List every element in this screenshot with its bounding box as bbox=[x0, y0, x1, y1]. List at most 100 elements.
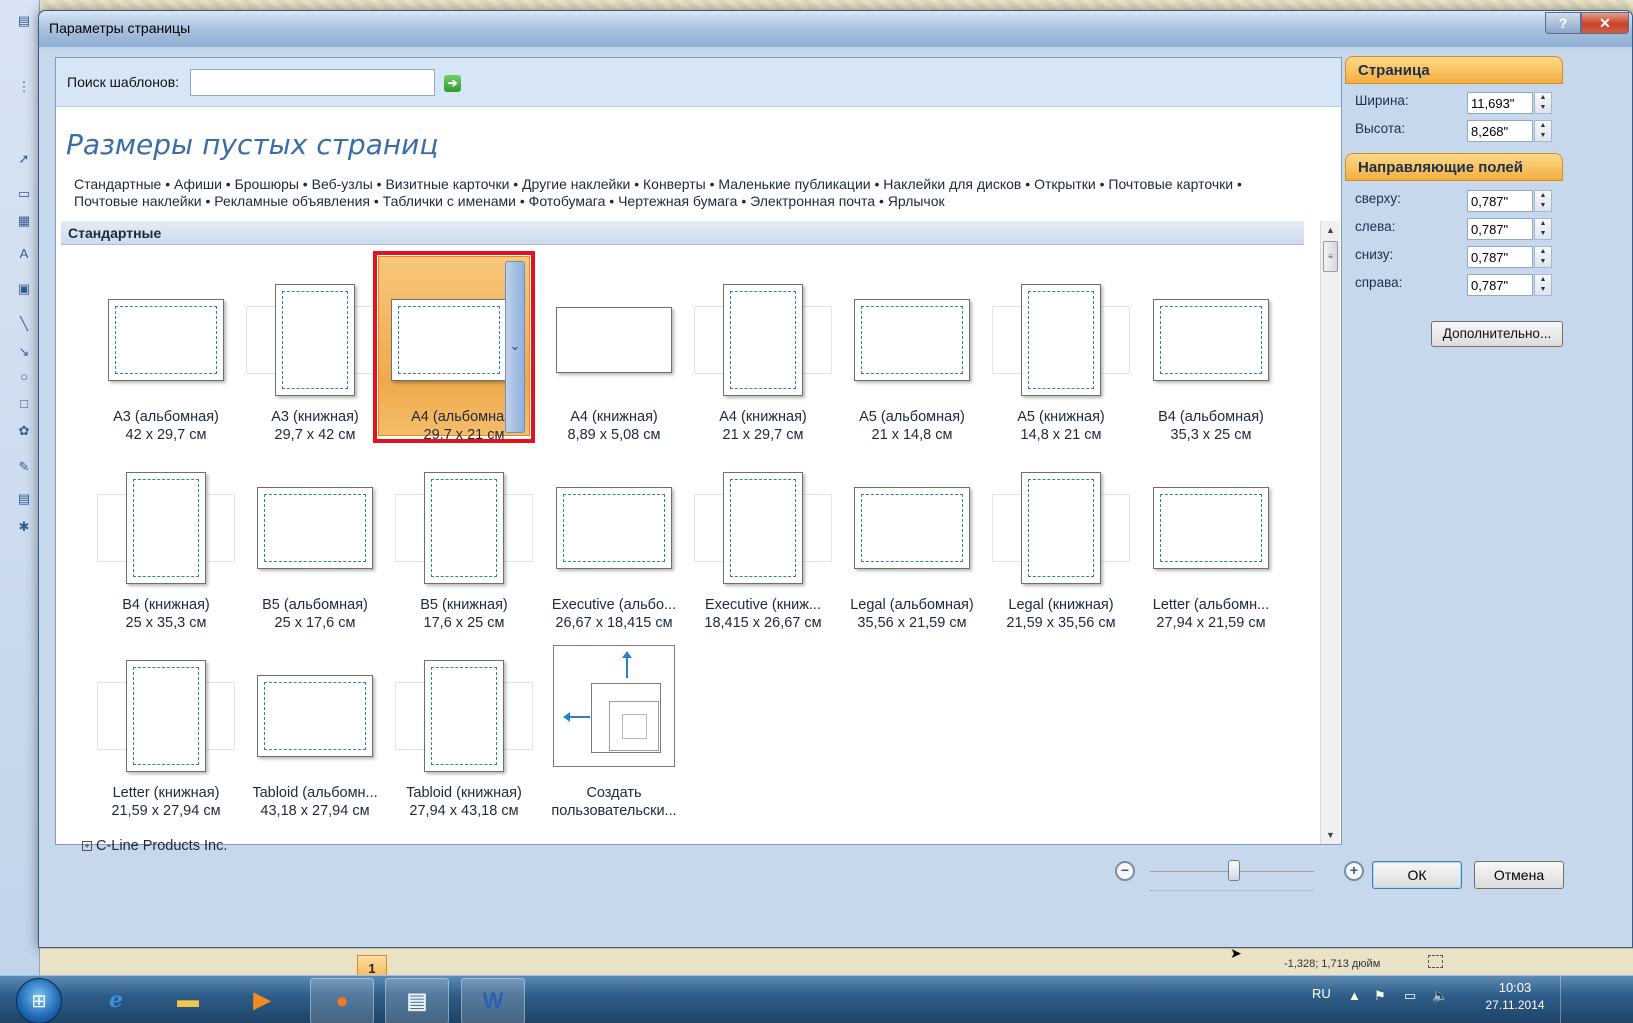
category-link[interactable]: Афиши bbox=[174, 176, 222, 192]
zoom-in-icon[interactable]: + bbox=[1344, 861, 1364, 881]
scroll-up-icon[interactable]: ▲ bbox=[1321, 221, 1340, 239]
page-size-tile[interactable]: A4 (книжная) 21 x 29,7 см bbox=[688, 268, 838, 452]
category-link[interactable]: Визитные карточки bbox=[385, 176, 509, 192]
page-size-tile[interactable]: B5 (книжная) 17,6 x 25 см bbox=[389, 456, 539, 640]
page-size-caption: Tabloid (альбомн... 43,18 x 27,94 см bbox=[228, 784, 402, 820]
more-settings-button[interactable]: Дополнительно... bbox=[1431, 321, 1563, 347]
category-link[interactable]: Веб-узлы bbox=[312, 176, 373, 192]
picture-icon[interactable]: ▣ bbox=[14, 280, 34, 298]
page-size-tile[interactable]: Executive (альбо... 26,67 x 18,415 см bbox=[539, 456, 689, 640]
volume-icon[interactable]: 🔈 bbox=[1432, 988, 1448, 1004]
margin-left-spinner-icon[interactable]: ▲ ▼ bbox=[1534, 218, 1552, 240]
category-link[interactable]: Рекламные объявления bbox=[214, 193, 370, 209]
category-link[interactable]: Наклейки для дисков bbox=[883, 176, 1021, 192]
create-custom-size-tile[interactable]: Создать пользовательски... bbox=[551, 644, 703, 828]
tray-expand-icon[interactable]: ▲ bbox=[1348, 988, 1361, 1003]
cancel-button[interactable]: Отмена bbox=[1474, 861, 1564, 889]
network-icon[interactable]: ▭ bbox=[1404, 988, 1416, 1004]
scroll-down-icon[interactable]: ▼ bbox=[1321, 826, 1340, 844]
design-gallery-icon[interactable]: ▤ bbox=[14, 490, 34, 508]
page-size-tile[interactable]: A4 (альбомная) 29,7 x 21 см ⌄ bbox=[373, 251, 539, 452]
page-size-tile[interactable]: A5 (книжная) 14,8 x 21 см bbox=[986, 268, 1136, 452]
show-desktop-button[interactable] bbox=[1560, 976, 1574, 1023]
rectangle-icon[interactable]: □ bbox=[14, 395, 34, 413]
zoom-slider-knob[interactable] bbox=[1228, 860, 1240, 881]
ok-button[interactable]: ОК bbox=[1372, 861, 1462, 889]
page-size-tile[interactable]: B4 (альбомная) 35,3 x 25 см bbox=[1136, 268, 1286, 452]
height-spinner-icon[interactable]: ▲ ▼ bbox=[1534, 120, 1552, 142]
margin-right-field[interactable] bbox=[1467, 274, 1533, 296]
pen-icon[interactable]: ✎ bbox=[14, 458, 34, 476]
margin-right-spinner-icon[interactable]: ▲ ▼ bbox=[1534, 274, 1552, 296]
close-button[interactable]: ✕ bbox=[1581, 12, 1629, 34]
category-link[interactable]: Электронная почта bbox=[750, 193, 875, 209]
category-separator: • bbox=[1095, 176, 1109, 192]
category-link[interactable]: Почтовые карточки bbox=[1108, 176, 1233, 192]
internet-explorer-icon[interactable]: e bbox=[84, 978, 148, 1023]
search-input[interactable] bbox=[190, 69, 435, 96]
search-go-icon[interactable]: ➔ bbox=[444, 75, 461, 92]
expand-icon[interactable]: + bbox=[82, 841, 92, 852]
line-icon[interactable]: ╲ bbox=[14, 315, 34, 333]
category-link[interactable]: Маленькие публикации bbox=[718, 176, 870, 192]
page-paper bbox=[1153, 487, 1269, 569]
category-link[interactable]: Стандартные bbox=[74, 176, 161, 192]
page-size-tile[interactable]: A5 (альбомная) 21 x 14,8 см bbox=[837, 268, 987, 452]
scroll-thumb[interactable]: ≡ bbox=[1323, 241, 1338, 272]
page-size-tile[interactable]: A3 (книжная) 29,7 x 42 см bbox=[240, 268, 390, 452]
page-size-tile[interactable]: Letter (книжная) 21,59 x 27,94 см bbox=[91, 644, 241, 828]
page-size-tile[interactable]: Executive (книж... 18,415 x 26,67 см bbox=[688, 456, 838, 640]
text-box-icon[interactable]: ▭ bbox=[14, 185, 34, 203]
select-pointer-icon[interactable]: ➚ bbox=[14, 150, 34, 168]
table-icon[interactable]: ▦ bbox=[14, 212, 34, 230]
page-size-tile[interactable]: Tabloid (книжная) 27,94 x 43,18 см bbox=[389, 644, 539, 828]
language-indicator[interactable]: RU bbox=[1312, 986, 1331, 1001]
page-size-tile[interactable]: A3 (альбомная) 42 x 29,7 см bbox=[91, 268, 241, 452]
autoshapes-icon[interactable]: ✿ bbox=[14, 422, 34, 440]
wordart-icon[interactable]: A bbox=[14, 245, 34, 263]
category-link[interactable]: Другие наклейки bbox=[522, 176, 630, 192]
category-link[interactable]: Брошюры bbox=[235, 176, 299, 192]
firefox-icon[interactable]: ● bbox=[310, 978, 374, 1023]
clock-time[interactable]: 10:03 bbox=[1480, 980, 1550, 995]
zoom-out-icon[interactable]: − bbox=[1115, 861, 1135, 881]
page-size-tile[interactable]: Legal (альбомная) 35,56 x 21,59 см bbox=[837, 456, 987, 640]
publisher-app-icon[interactable]: ▤ bbox=[14, 12, 34, 30]
page-thumbnail bbox=[1136, 268, 1286, 404]
category-link[interactable]: Фотобумага bbox=[529, 193, 606, 209]
margin-top-spinner-icon[interactable]: ▲ ▼ bbox=[1534, 190, 1552, 212]
category-link[interactable]: Конверты bbox=[643, 176, 706, 192]
height-field[interactable] bbox=[1467, 120, 1533, 142]
help-button[interactable]: ? bbox=[1545, 12, 1581, 34]
clock-date[interactable]: 27.11.2014 bbox=[1475, 998, 1555, 1012]
margin-left-field[interactable] bbox=[1467, 218, 1533, 240]
oval-icon[interactable]: ○ bbox=[14, 368, 34, 386]
page-size-tile[interactable]: Letter (альбомн... 27,94 x 21,59 см bbox=[1136, 456, 1286, 640]
media-player-icon[interactable]: ▶ bbox=[230, 978, 294, 1023]
margin-top-field[interactable] bbox=[1467, 190, 1533, 212]
page-size-tile[interactable]: Legal (книжная) 21,59 x 35,56 см bbox=[986, 456, 1136, 640]
margin-bottom-field[interactable] bbox=[1467, 246, 1533, 268]
width-field[interactable] bbox=[1467, 92, 1533, 114]
page-size-name: Letter (книжная) bbox=[112, 785, 220, 801]
category-link[interactable]: Таблички с именами bbox=[383, 193, 516, 209]
category-link[interactable]: Ярлычок bbox=[888, 193, 945, 209]
margin-guides bbox=[264, 682, 366, 750]
page-size-tile[interactable]: A4 (книжная) 8,89 x 5,08 см bbox=[539, 268, 689, 452]
page-size-tile[interactable]: B5 (альбомная) 25 x 17,6 см bbox=[240, 456, 390, 640]
action-center-flag-icon[interactable]: ⚑ bbox=[1374, 988, 1386, 1004]
word-taskbar-icon[interactable]: W bbox=[461, 978, 525, 1023]
category-link[interactable]: Открытки bbox=[1034, 176, 1096, 192]
file-explorer-icon[interactable]: ▬ bbox=[156, 978, 220, 1023]
start-button[interactable]: ⊞ bbox=[16, 978, 62, 1023]
category-link[interactable]: Чертежная бумага bbox=[618, 193, 737, 209]
clip-organizer-icon[interactable]: ✱ bbox=[14, 518, 34, 536]
arrow-icon[interactable]: ↘ bbox=[14, 343, 34, 361]
gallery-scrollbar[interactable]: ▲ ≡ ▼ bbox=[1320, 221, 1340, 844]
publisher-taskbar-icon[interactable]: ▤ bbox=[385, 978, 449, 1023]
category-link[interactable]: Почтовые наклейки bbox=[74, 193, 202, 209]
page-size-tile[interactable]: B4 (книжная) 25 x 35,3 см bbox=[91, 456, 241, 640]
page-size-tile[interactable]: Tabloid (альбомн... 43,18 x 27,94 см bbox=[240, 644, 390, 828]
margin-bottom-spinner-icon[interactable]: ▲ ▼ bbox=[1534, 246, 1552, 268]
width-spinner-icon[interactable]: ▲ ▼ bbox=[1534, 92, 1552, 114]
